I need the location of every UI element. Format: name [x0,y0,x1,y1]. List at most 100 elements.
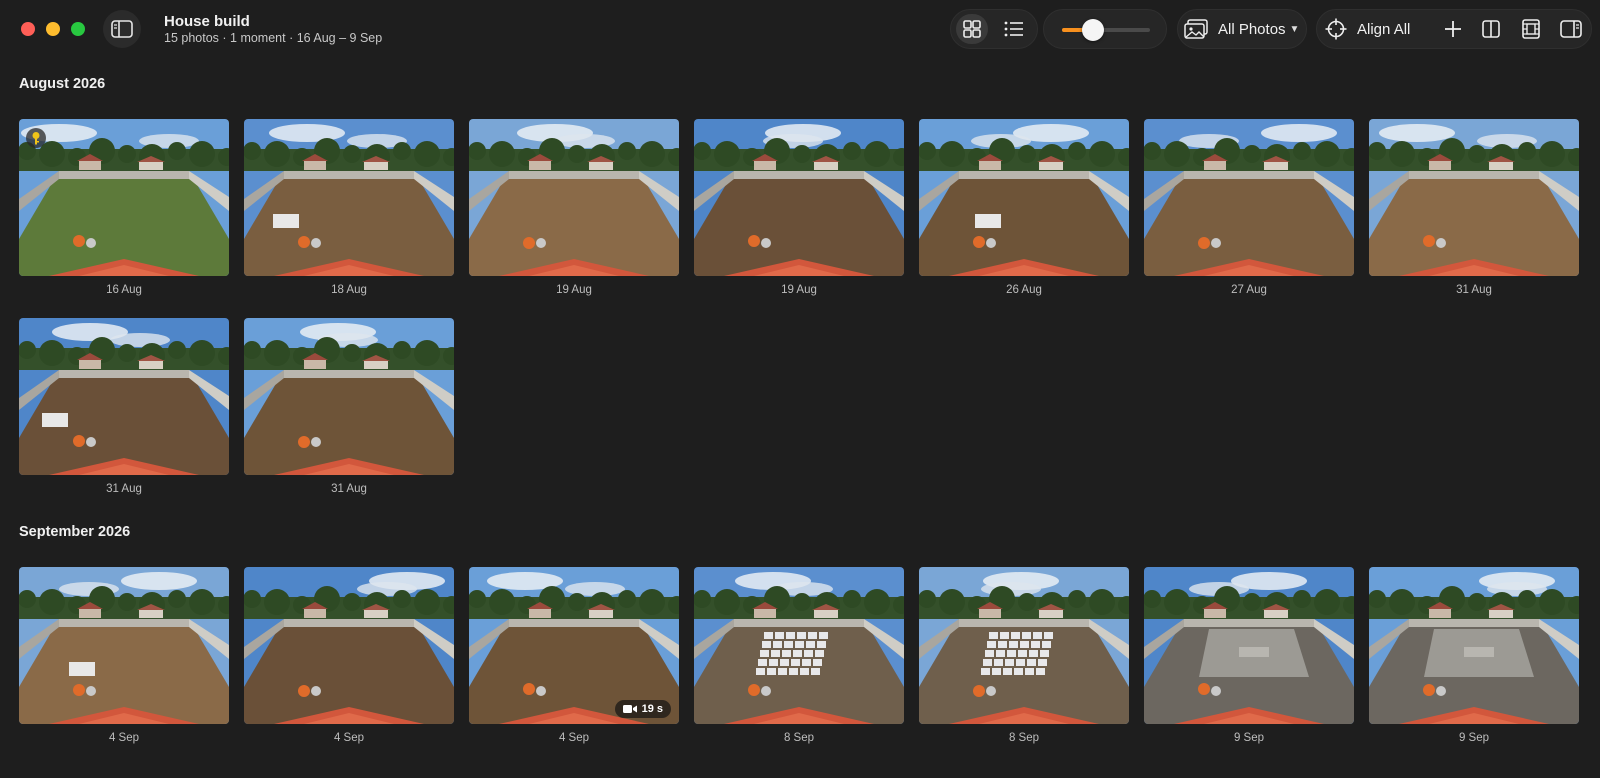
zoom-slider-knob[interactable] [1081,19,1104,41]
photo-item[interactable]: 8 Sep [694,567,904,746]
video-duration-label: 19 s [641,703,663,715]
section-title-august: August 2026 [19,76,106,92]
photo-item[interactable]: 9 Sep [1144,567,1354,746]
sidebar-icon [111,20,133,38]
filter-label: All Photos [1218,20,1286,38]
video-duration-badge: 19 s [614,700,671,718]
photo-date: 18 Aug [331,284,367,296]
photo-thumbnail[interactable] [19,318,229,475]
photo-thumbnail[interactable] [694,567,904,724]
filter-menu-button[interactable]: All Photos ▼ [1177,9,1307,49]
photo-date: 8 Sep [783,732,815,744]
photo-image [1369,567,1579,724]
close-window-button[interactable] [21,22,35,36]
photo-thumbnail[interactable] [244,119,454,276]
inspector-icon [1560,20,1582,38]
photo-item[interactable]: 9 Sep [1369,567,1579,746]
photo-date: 8 Sep [1008,732,1040,744]
list-view-button[interactable] [998,14,1030,44]
zoom-window-button[interactable] [71,22,85,36]
photo-thumbnail[interactable] [469,119,679,276]
crosshair-icon [1325,18,1347,40]
photo-thumbnail[interactable]: 19 s [469,567,679,724]
album-subtitle: 15 photos · 1 moment · 16 Aug – 9 Sep [164,31,383,45]
photo-image [19,567,229,724]
key-photo-icon [32,132,40,145]
view-mode-toggle [950,9,1038,49]
photo-item[interactable]: 19 Aug [469,119,679,298]
tools-group: Align All [1316,9,1592,49]
photo-image [694,567,904,724]
photo-image [244,119,454,276]
photo-thumbnail[interactable] [244,567,454,724]
photo-thumbnail[interactable] [1144,119,1354,276]
photo-thumbnail[interactable] [19,567,229,724]
album-header: House build 15 photos · 1 moment · 16 Au… [164,13,382,47]
photo-image [19,318,229,475]
minimize-window-button[interactable] [46,22,60,36]
photo-image [919,567,1129,724]
film-strip-icon [1522,19,1540,39]
photo-thumbnail[interactable] [1369,567,1579,724]
album-title: House build [164,13,250,30]
photo-image [1369,119,1579,276]
photo-image [244,318,454,475]
photo-image [919,119,1129,276]
photo-date: 9 Sep [1458,732,1490,744]
align-all-button[interactable]: Align All [1325,14,1410,44]
photo-thumbnail[interactable] [244,318,454,475]
photo-thumbnail[interactable] [694,119,904,276]
photo-date: 31 Aug [1456,284,1492,296]
zoom-slider[interactable] [1062,19,1150,41]
split-view-button[interactable] [1477,14,1505,44]
photo-item[interactable]: 31 Aug [19,318,229,497]
photo-date: 4 Sep [558,732,590,744]
photo-item[interactable]: 4 Sep [244,567,454,746]
photo-date: 27 Aug [1231,284,1267,296]
zoom-slider-container [1043,9,1167,49]
add-button[interactable] [1439,14,1467,44]
photo-date: 16 Aug [106,284,142,296]
align-all-label: Align All [1357,20,1411,38]
photo-thumbnail[interactable] [1144,567,1354,724]
photo-image [19,119,229,276]
photo-image [244,567,454,724]
photo-grid-september: 4 Sep 4 Sep 19 s 4 Sep 8 Sep 8 Sep 9 Sep 9 Sep [19,567,1581,746]
sidebar-toggle-button[interactable] [103,10,141,48]
grid-view-button[interactable] [956,14,988,44]
photo-thumbnail[interactable] [19,119,229,276]
title-bar: House build 15 photos · 1 moment · 16 Au… [0,0,1600,60]
photo-image [469,119,679,276]
plus-icon [1445,21,1461,37]
photo-date: 19 Aug [781,284,817,296]
photo-item[interactable]: 31 Aug [244,318,454,497]
photo-thumbnail[interactable] [919,119,1129,276]
photo-image [694,119,904,276]
photo-date: 4 Sep [108,732,140,744]
key-photo-badge [26,128,46,148]
photo-item[interactable]: 31 Aug [1369,119,1579,298]
photo-thumbnail[interactable] [1369,119,1579,276]
photo-date: 31 Aug [106,483,142,495]
photo-item[interactable]: 27 Aug [1144,119,1354,298]
chevron-down-icon: ▼ [1289,23,1300,35]
photo-date: 9 Sep [1233,732,1265,744]
inspector-toggle-button[interactable] [1557,14,1585,44]
photo-item[interactable]: 18 Aug [244,119,454,298]
photos-filter-icon [1184,19,1208,39]
grid-view-icon [963,20,981,38]
photo-thumbnail[interactable] [919,567,1129,724]
photo-item[interactable]: 8 Sep [919,567,1129,746]
photo-item[interactable]: 26 Aug [919,119,1129,298]
section-title-september: September 2026 [19,524,131,540]
video-camera-icon [622,705,637,713]
split-view-icon [1482,20,1500,38]
photo-item[interactable]: 19 Aug [694,119,904,298]
photo-date: 31 Aug [331,483,367,495]
film-strip-button[interactable] [1517,14,1545,44]
photo-item[interactable]: 4 Sep [19,567,229,746]
photo-item[interactable]: 16 Aug [19,119,229,298]
photo-grid-august: 16 Aug 18 Aug 19 Aug 19 Aug 26 Aug 27 Aug 31 A… [19,119,1581,497]
photo-item[interactable]: 19 s 4 Sep [469,567,679,746]
photo-date: 19 Aug [556,284,592,296]
